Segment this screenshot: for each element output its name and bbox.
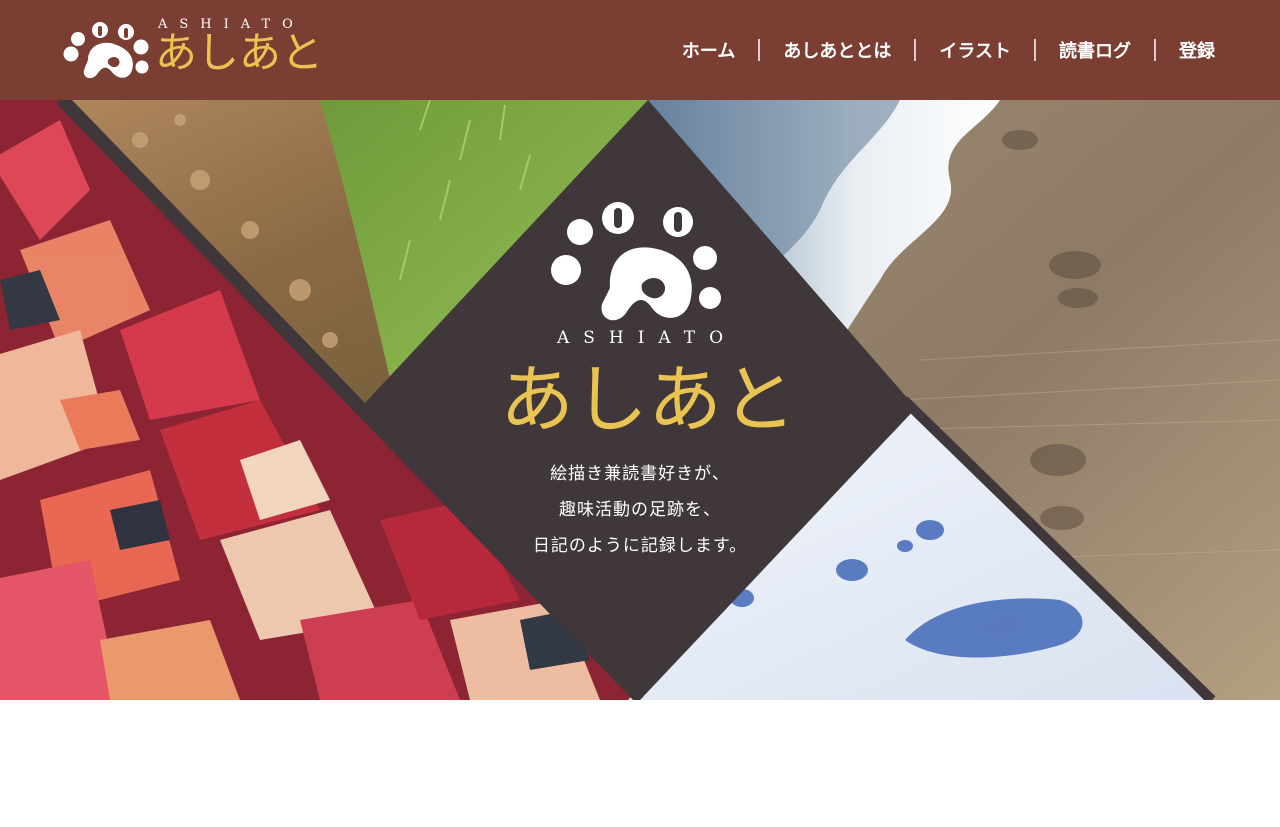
paw-print-icon (63, 22, 149, 79)
site-logo[interactable]: ASHIATO あしあと (62, 16, 324, 82)
hero-tagline: 絵描き兼読書好きが、 趣味活動の足跡を、 日記のように記録します。 (470, 456, 810, 564)
nav-divider (914, 39, 917, 61)
tagline-line: 日記のように記録します。 (532, 536, 748, 556)
nav-divider (1154, 39, 1156, 61)
nav-divider (758, 39, 761, 61)
hero-japanese-text: あしあと (500, 357, 796, 443)
hero-latin-text: ASHIATO (556, 328, 738, 348)
nav-home[interactable]: ホーム (665, 37, 752, 63)
nav-illust[interactable]: イラスト (922, 37, 1028, 63)
nav-reading-log[interactable]: 読書ログ (1042, 37, 1148, 63)
page-content-area (0, 700, 1280, 827)
paw-print-icon (551, 202, 721, 321)
tagline-line: 絵描き兼読書好きが、 (550, 464, 730, 484)
site-header: ASHIATO あしあと ホーム あしあととは イラスト 読書ログ 登録 (0, 0, 1280, 100)
nav-about[interactable]: あしあととは (766, 37, 908, 63)
tagline-line: 趣味活動の足跡を、 (559, 500, 721, 520)
hero-banner: ASHIATO あしあと 絵描き兼読書好きが、 趣味活動の足跡を、 日記のように… (0, 100, 1280, 700)
global-nav: ホーム あしあととは イラスト 読書ログ 登録 (665, 0, 1232, 100)
nav-divider (1034, 39, 1036, 61)
logo-japanese-text: あしあと (155, 28, 324, 77)
nav-register[interactable]: 登録 (1162, 37, 1232, 63)
